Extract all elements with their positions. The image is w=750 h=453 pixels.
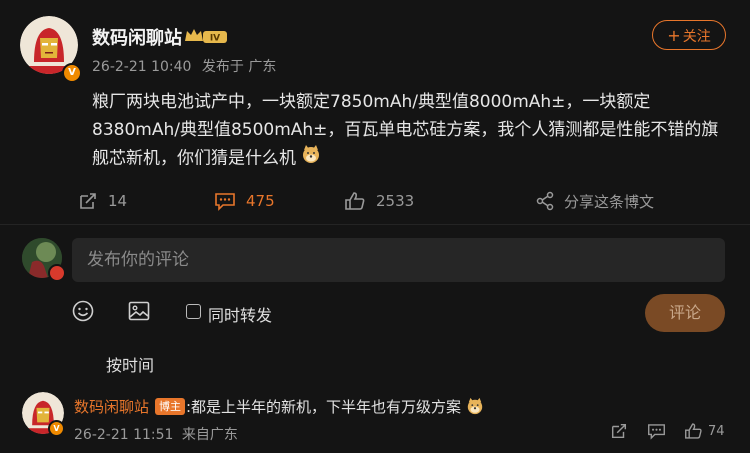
image-button[interactable] — [128, 300, 150, 326]
doge-emoji — [301, 144, 321, 173]
doge-emoji — [466, 397, 484, 419]
reply-content: :都是上半年的新机，下半年也有万级方案 — [186, 396, 484, 419]
comment-icon — [648, 424, 665, 440]
comment-count: 475 — [246, 192, 275, 210]
like-icon — [685, 423, 702, 439]
post-author[interactable]: 数码闲聊站 — [92, 24, 182, 50]
plus-icon: + — [667, 26, 681, 45]
reply-timestamp: 26-2-21 11:51 — [74, 427, 174, 443]
post-content: 粮厂两块电池试产中，一块额定7850mAh/典型值8000mAh±，一块额定83… — [92, 88, 722, 173]
share-action[interactable]: 分享这条博文 — [536, 190, 654, 212]
follow-button[interactable]: + 关注 — [652, 20, 726, 50]
follow-label: 关注 — [682, 29, 711, 45]
share-icon — [536, 191, 554, 211]
post-timestamp: 26-2-21 10:40 — [92, 59, 192, 75]
reply-verified-badge: V — [48, 420, 65, 437]
post-text: 粮厂两块电池试产中，一块额定7850mAh/典型值8000mAh±，一块额定83… — [92, 92, 719, 169]
repost-checkbox[interactable] — [186, 304, 201, 319]
level-badge: IV — [183, 26, 229, 50]
emoji-button[interactable] — [72, 300, 94, 326]
reply-like-count: 74 — [708, 424, 725, 439]
reply-like-button[interactable] — [684, 422, 703, 444]
reply-author[interactable]: 数码闲聊站 — [74, 396, 149, 417]
repost-icon — [611, 423, 627, 439]
like-count: 2533 — [376, 192, 415, 210]
reply-repost-button[interactable] — [610, 422, 628, 444]
post-source: 发布于 广东 — [201, 59, 277, 75]
like-action[interactable]: 2533 — [344, 190, 414, 212]
repost-label[interactable]: 同时转发 — [208, 302, 272, 326]
comment-input[interactable]: 发布你的评论 — [72, 238, 725, 282]
level-badge-text: IV — [210, 34, 220, 44]
sort-by-time[interactable]: 按时间 — [106, 352, 154, 376]
reply-comment-button[interactable] — [647, 422, 666, 444]
user-badge — [48, 264, 66, 282]
reply-text: :都是上半年的新机，下半年也有万级方案 — [186, 398, 462, 416]
emoji-icon — [72, 300, 94, 322]
reply-meta: 26-2-21 11:51 来自广东 — [74, 424, 238, 444]
author-badge: 博主 — [155, 398, 185, 415]
divider — [0, 224, 750, 225]
verified-badge: V — [62, 63, 82, 83]
like-icon — [345, 192, 365, 210]
share-label: 分享这条博文 — [564, 192, 655, 211]
image-icon — [128, 301, 150, 321]
submit-comment-button[interactable]: 评论 — [645, 294, 725, 332]
post-meta: 26-2-21 10:40 发布于 广东 — [92, 56, 276, 76]
comment-icon — [215, 193, 235, 211]
repost-action[interactable]: 14 — [78, 190, 127, 212]
repost-count: 14 — [108, 192, 128, 210]
reply-source: 来自广东 — [181, 427, 238, 443]
repost-icon — [80, 193, 96, 209]
comment-action[interactable]: 475 — [214, 190, 275, 212]
